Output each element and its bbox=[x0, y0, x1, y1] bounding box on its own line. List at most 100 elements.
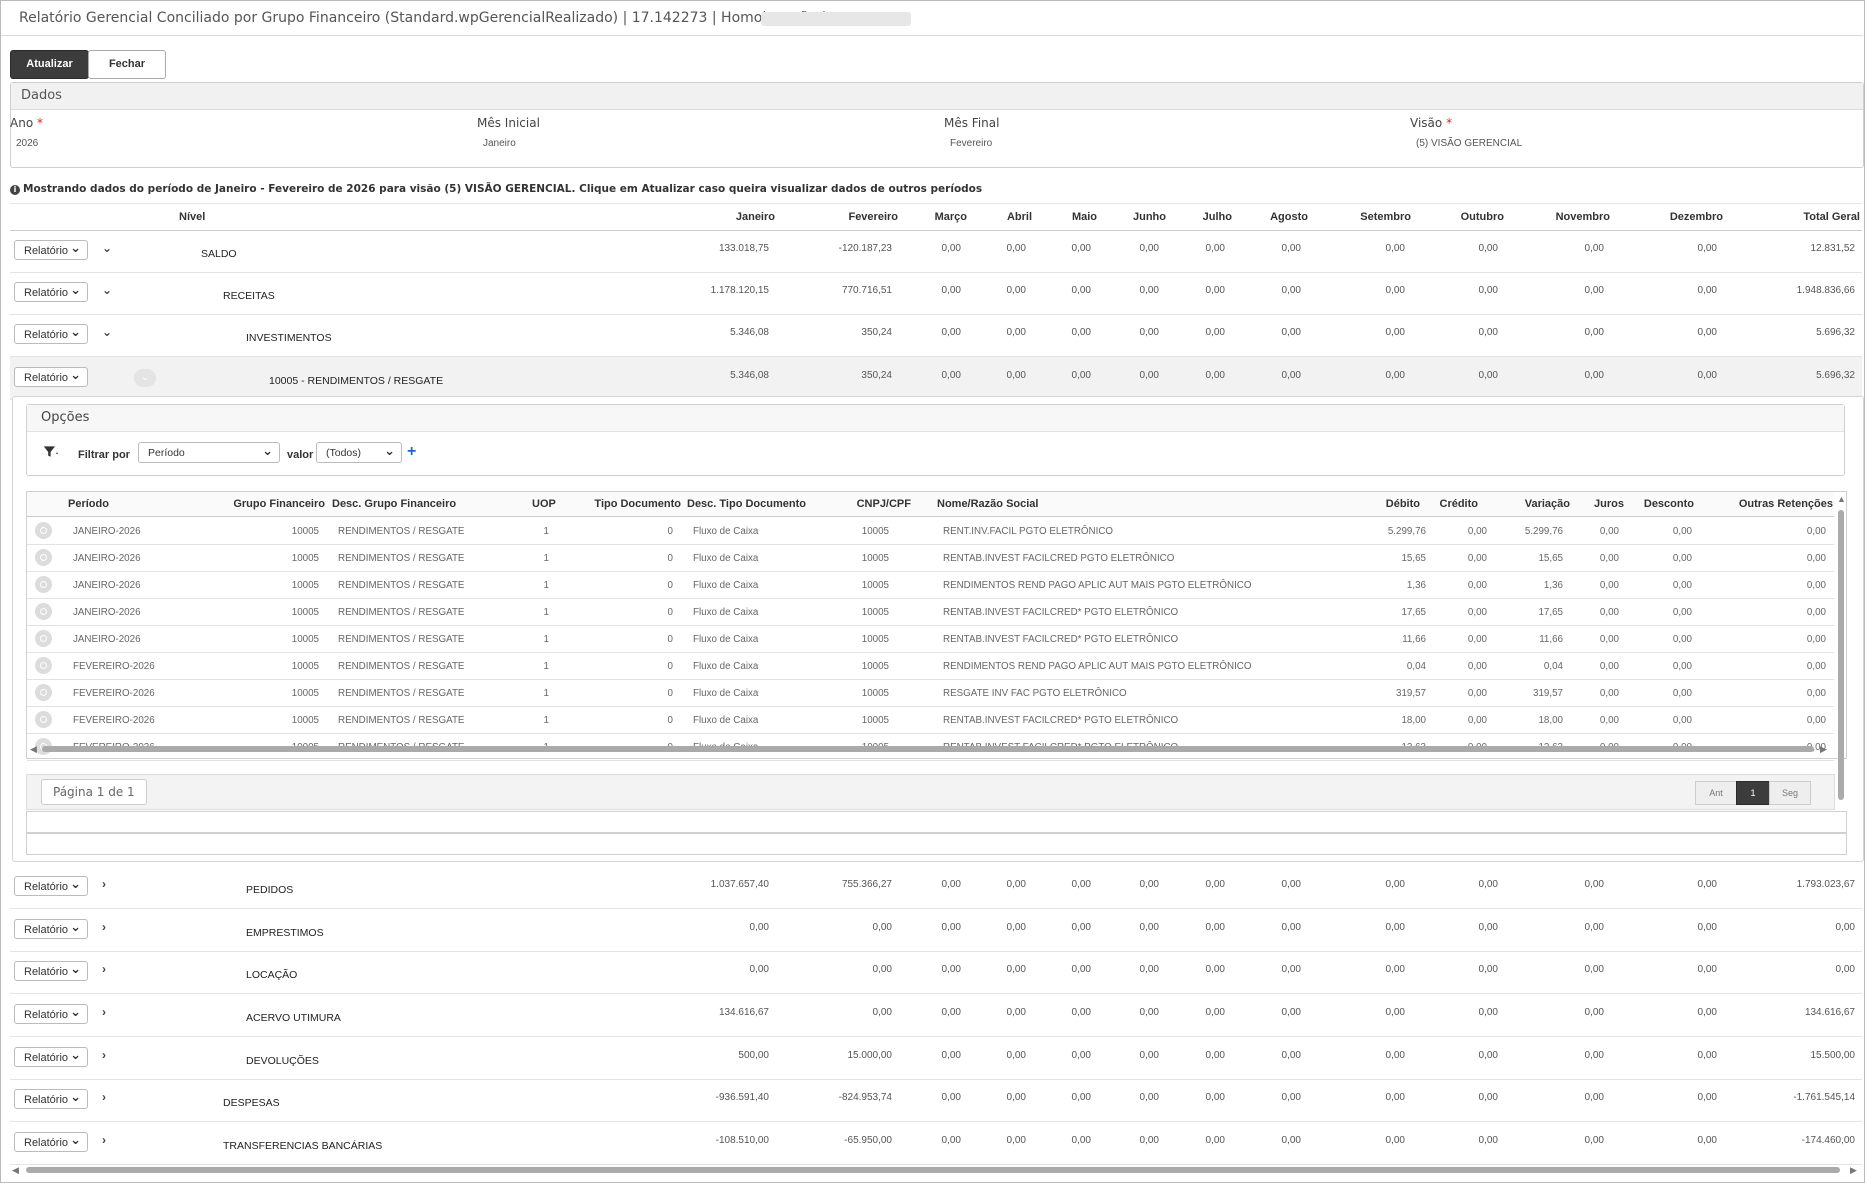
col-header-13[interactable]: Total Geral bbox=[1803, 204, 1860, 230]
add-filter-button[interactable]: + bbox=[407, 443, 416, 461]
detail-horizontal-scrollbar[interactable]: ◀ ▶ bbox=[30, 744, 1828, 755]
col-header-9[interactable]: Setembro bbox=[1360, 204, 1411, 230]
search-icon[interactable] bbox=[35, 684, 52, 701]
report-select[interactable]: Relatório bbox=[14, 959, 88, 981]
table-row[interactable]: Relatório › DEVOLUÇÕES 500,00 15.000,00 0,00 0… bbox=[10, 1037, 1862, 1080]
detail-col-header-7[interactable]: Nome/Razão Social bbox=[937, 492, 1038, 516]
col-header-5[interactable]: Maio bbox=[1072, 204, 1097, 230]
report-select[interactable]: Relatório bbox=[14, 280, 88, 302]
detail-row[interactable]: JANEIRO-2026 10005 RENDIMENTOS / RESGATE 1 0… bbox=[27, 544, 1834, 572]
table-row[interactable]: Relatório › EMPRESTIMOS 0,00 0,00 0,00 0,00 0,0… bbox=[10, 909, 1862, 952]
report-select[interactable]: Relatório bbox=[14, 917, 88, 939]
chevron-down-icon[interactable]: ⌄ bbox=[102, 283, 112, 297]
search-icon[interactable] bbox=[35, 549, 52, 566]
chevron-right-icon[interactable]: › bbox=[102, 1090, 106, 1104]
detail-col-header-0[interactable]: Período bbox=[68, 492, 109, 516]
chevron-right-icon[interactable]: › bbox=[102, 1133, 106, 1147]
search-icon[interactable] bbox=[35, 711, 52, 728]
detail-row[interactable]: JANEIRO-2026 10005 RENDIMENTOS / RESGATE 1 0… bbox=[27, 517, 1834, 545]
table-row[interactable]: Relatório › ACERVO UTIMURA 134.616,67 0,00 0,… bbox=[10, 994, 1862, 1037]
col-header-4[interactable]: Abril bbox=[1007, 204, 1032, 230]
filter-by-select[interactable]: Período bbox=[138, 440, 280, 463]
table-row[interactable]: Relatório › PEDIDOS 1.037.657,40 755.366,27 0… bbox=[10, 866, 1862, 909]
prev-page-button[interactable]: Ant bbox=[1695, 781, 1737, 805]
page-scroll-thumb[interactable] bbox=[26, 1167, 1840, 1173]
detail-row[interactable]: JANEIRO-2026 10005 RENDIMENTOS / RESGATE 1 0… bbox=[27, 625, 1834, 653]
report-select[interactable]: Relatório bbox=[14, 322, 88, 344]
col-header-6[interactable]: Junho bbox=[1133, 204, 1166, 230]
col-header-2[interactable]: Fevereiro bbox=[848, 204, 898, 230]
report-select[interactable]: Relatório bbox=[14, 238, 88, 260]
table-row[interactable]: Relatório › LOCAÇÃO 0,00 0,00 0,00 0,00 0,00 0,0… bbox=[10, 951, 1862, 994]
chevron-down-icon[interactable]: ⌄ bbox=[102, 325, 112, 339]
next-page-button[interactable]: Seg bbox=[1769, 781, 1811, 805]
table-row[interactable]: Relatório › TRANSFERENCIAS BANCÁRIAS -108.5… bbox=[10, 1122, 1862, 1165]
detail-row[interactable]: FEVEREIRO-2026 10005 RENDIMENTOS / RESGATE… bbox=[27, 652, 1834, 680]
col-header-11[interactable]: Novembro bbox=[1556, 204, 1610, 230]
report-select[interactable]: Relatório bbox=[14, 1002, 88, 1024]
current-page-button[interactable]: 1 bbox=[1736, 781, 1770, 805]
scroll-left-icon[interactable]: ◀ bbox=[30, 744, 37, 755]
report-select[interactable]: Relatório bbox=[14, 365, 88, 387]
page-horizontal-scrollbar[interactable]: ◀ ▶ bbox=[12, 1165, 1860, 1175]
table-row[interactable]: Relatório ⌄ 10005 - RENDIMENTOS / RESGATE 5… bbox=[10, 357, 1862, 400]
close-button[interactable]: Fechar bbox=[88, 50, 166, 79]
field-value-3[interactable]: (5) VISÃO GERENCIAL bbox=[1416, 138, 1522, 149]
table-row[interactable]: Relatório ⌄ INVESTIMENTOS 5.346,08 350,24 0,0… bbox=[10, 314, 1862, 357]
detail-vertical-scrollbar[interactable]: ▲ bbox=[1837, 494, 1846, 804]
detail-scroll-thumb[interactable] bbox=[42, 746, 1814, 752]
scroll-right-icon[interactable]: ▶ bbox=[1820, 744, 1827, 755]
report-select[interactable]: Relatório bbox=[14, 1130, 88, 1152]
col-header-10[interactable]: Outubro bbox=[1461, 204, 1504, 230]
detail-col-header-4[interactable]: Tipo Documento bbox=[594, 492, 681, 516]
detail-col-header-8[interactable]: Débito bbox=[1386, 492, 1420, 516]
search-icon[interactable] bbox=[35, 522, 52, 539]
detail-col-header-9[interactable]: Crédito bbox=[1440, 492, 1479, 516]
detail-col-header-2[interactable]: Desc. Grupo Financeiro bbox=[332, 492, 456, 516]
detail-col-header-10[interactable]: Variação bbox=[1525, 492, 1570, 516]
col-header-12[interactable]: Dezembro bbox=[1670, 204, 1723, 230]
detail-col-header-3[interactable]: UOP bbox=[532, 492, 556, 516]
table-row[interactable]: Relatório › DESPESAS -936.591,40 -824.953,74… bbox=[10, 1079, 1862, 1122]
detail-col-header-6[interactable]: CNPJ/CPF bbox=[857, 492, 911, 516]
chevron-right-icon[interactable]: › bbox=[102, 1005, 106, 1019]
detail-col-header-5[interactable]: Desc. Tipo Documento bbox=[687, 492, 806, 516]
scroll-left-icon[interactable]: ◀ bbox=[12, 1165, 19, 1176]
search-icon[interactable] bbox=[35, 630, 52, 647]
detail-row[interactable]: FEVEREIRO-2026 10005 RENDIMENTOS / RESGATE… bbox=[27, 706, 1834, 734]
table-row[interactable]: Relatório ⌄ SALDO 133.018,75 -120.187,23 0,00… bbox=[10, 230, 1862, 273]
detail-col-header-11[interactable]: Juros bbox=[1594, 492, 1624, 516]
field-value-0[interactable]: 2026 bbox=[16, 138, 38, 149]
chevron-right-icon[interactable]: › bbox=[102, 1048, 106, 1062]
search-icon[interactable] bbox=[35, 657, 52, 674]
report-select[interactable]: Relatório bbox=[14, 1087, 88, 1109]
col-header-8[interactable]: Agosto bbox=[1270, 204, 1308, 230]
field-value-1[interactable]: Janeiro bbox=[483, 138, 516, 149]
value-select[interactable]: (Todos) bbox=[316, 440, 402, 463]
col-header-7[interactable]: Julho bbox=[1203, 204, 1232, 230]
col-header-3[interactable]: Março bbox=[935, 204, 967, 230]
scroll-right-icon[interactable]: ▶ bbox=[1850, 1165, 1857, 1176]
chevron-right-icon[interactable]: › bbox=[102, 920, 106, 934]
field-value-2[interactable]: Fevereiro bbox=[950, 138, 992, 149]
chevron-down-icon[interactable]: ⌄ bbox=[102, 241, 112, 255]
report-select[interactable]: Relatório bbox=[14, 1045, 88, 1067]
detail-vscroll-thumb[interactable] bbox=[1838, 510, 1844, 800]
table-row[interactable]: Relatório ⌄ RECEITAS 1.178.120,15 770.716,51… bbox=[10, 272, 1862, 315]
search-icon[interactable] bbox=[35, 603, 52, 620]
col-header-0[interactable]: Nível bbox=[179, 204, 205, 230]
chevron-right-icon[interactable]: › bbox=[102, 877, 106, 891]
chevron-right-icon[interactable]: › bbox=[102, 962, 106, 976]
filter-icon[interactable] bbox=[43, 445, 59, 459]
search-icon[interactable] bbox=[35, 576, 52, 593]
detail-row[interactable]: JANEIRO-2026 10005 RENDIMENTOS / RESGATE 1 0… bbox=[27, 571, 1834, 599]
detail-col-header-12[interactable]: Desconto bbox=[1644, 492, 1694, 516]
chevron-down-icon[interactable]: ⌄ bbox=[134, 369, 156, 387]
scroll-up-icon[interactable]: ▲ bbox=[1837, 494, 1846, 504]
report-select[interactable]: Relatório bbox=[14, 874, 88, 896]
detail-col-header-13[interactable]: Outras Retenções bbox=[1739, 492, 1833, 516]
update-button[interactable]: Atualizar bbox=[10, 50, 89, 79]
col-header-1[interactable]: Janeiro bbox=[736, 204, 775, 230]
detail-row[interactable]: JANEIRO-2026 10005 RENDIMENTOS / RESGATE 1 0… bbox=[27, 598, 1834, 626]
detail-row[interactable]: FEVEREIRO-2026 10005 RENDIMENTOS / RESGATE… bbox=[27, 679, 1834, 707]
